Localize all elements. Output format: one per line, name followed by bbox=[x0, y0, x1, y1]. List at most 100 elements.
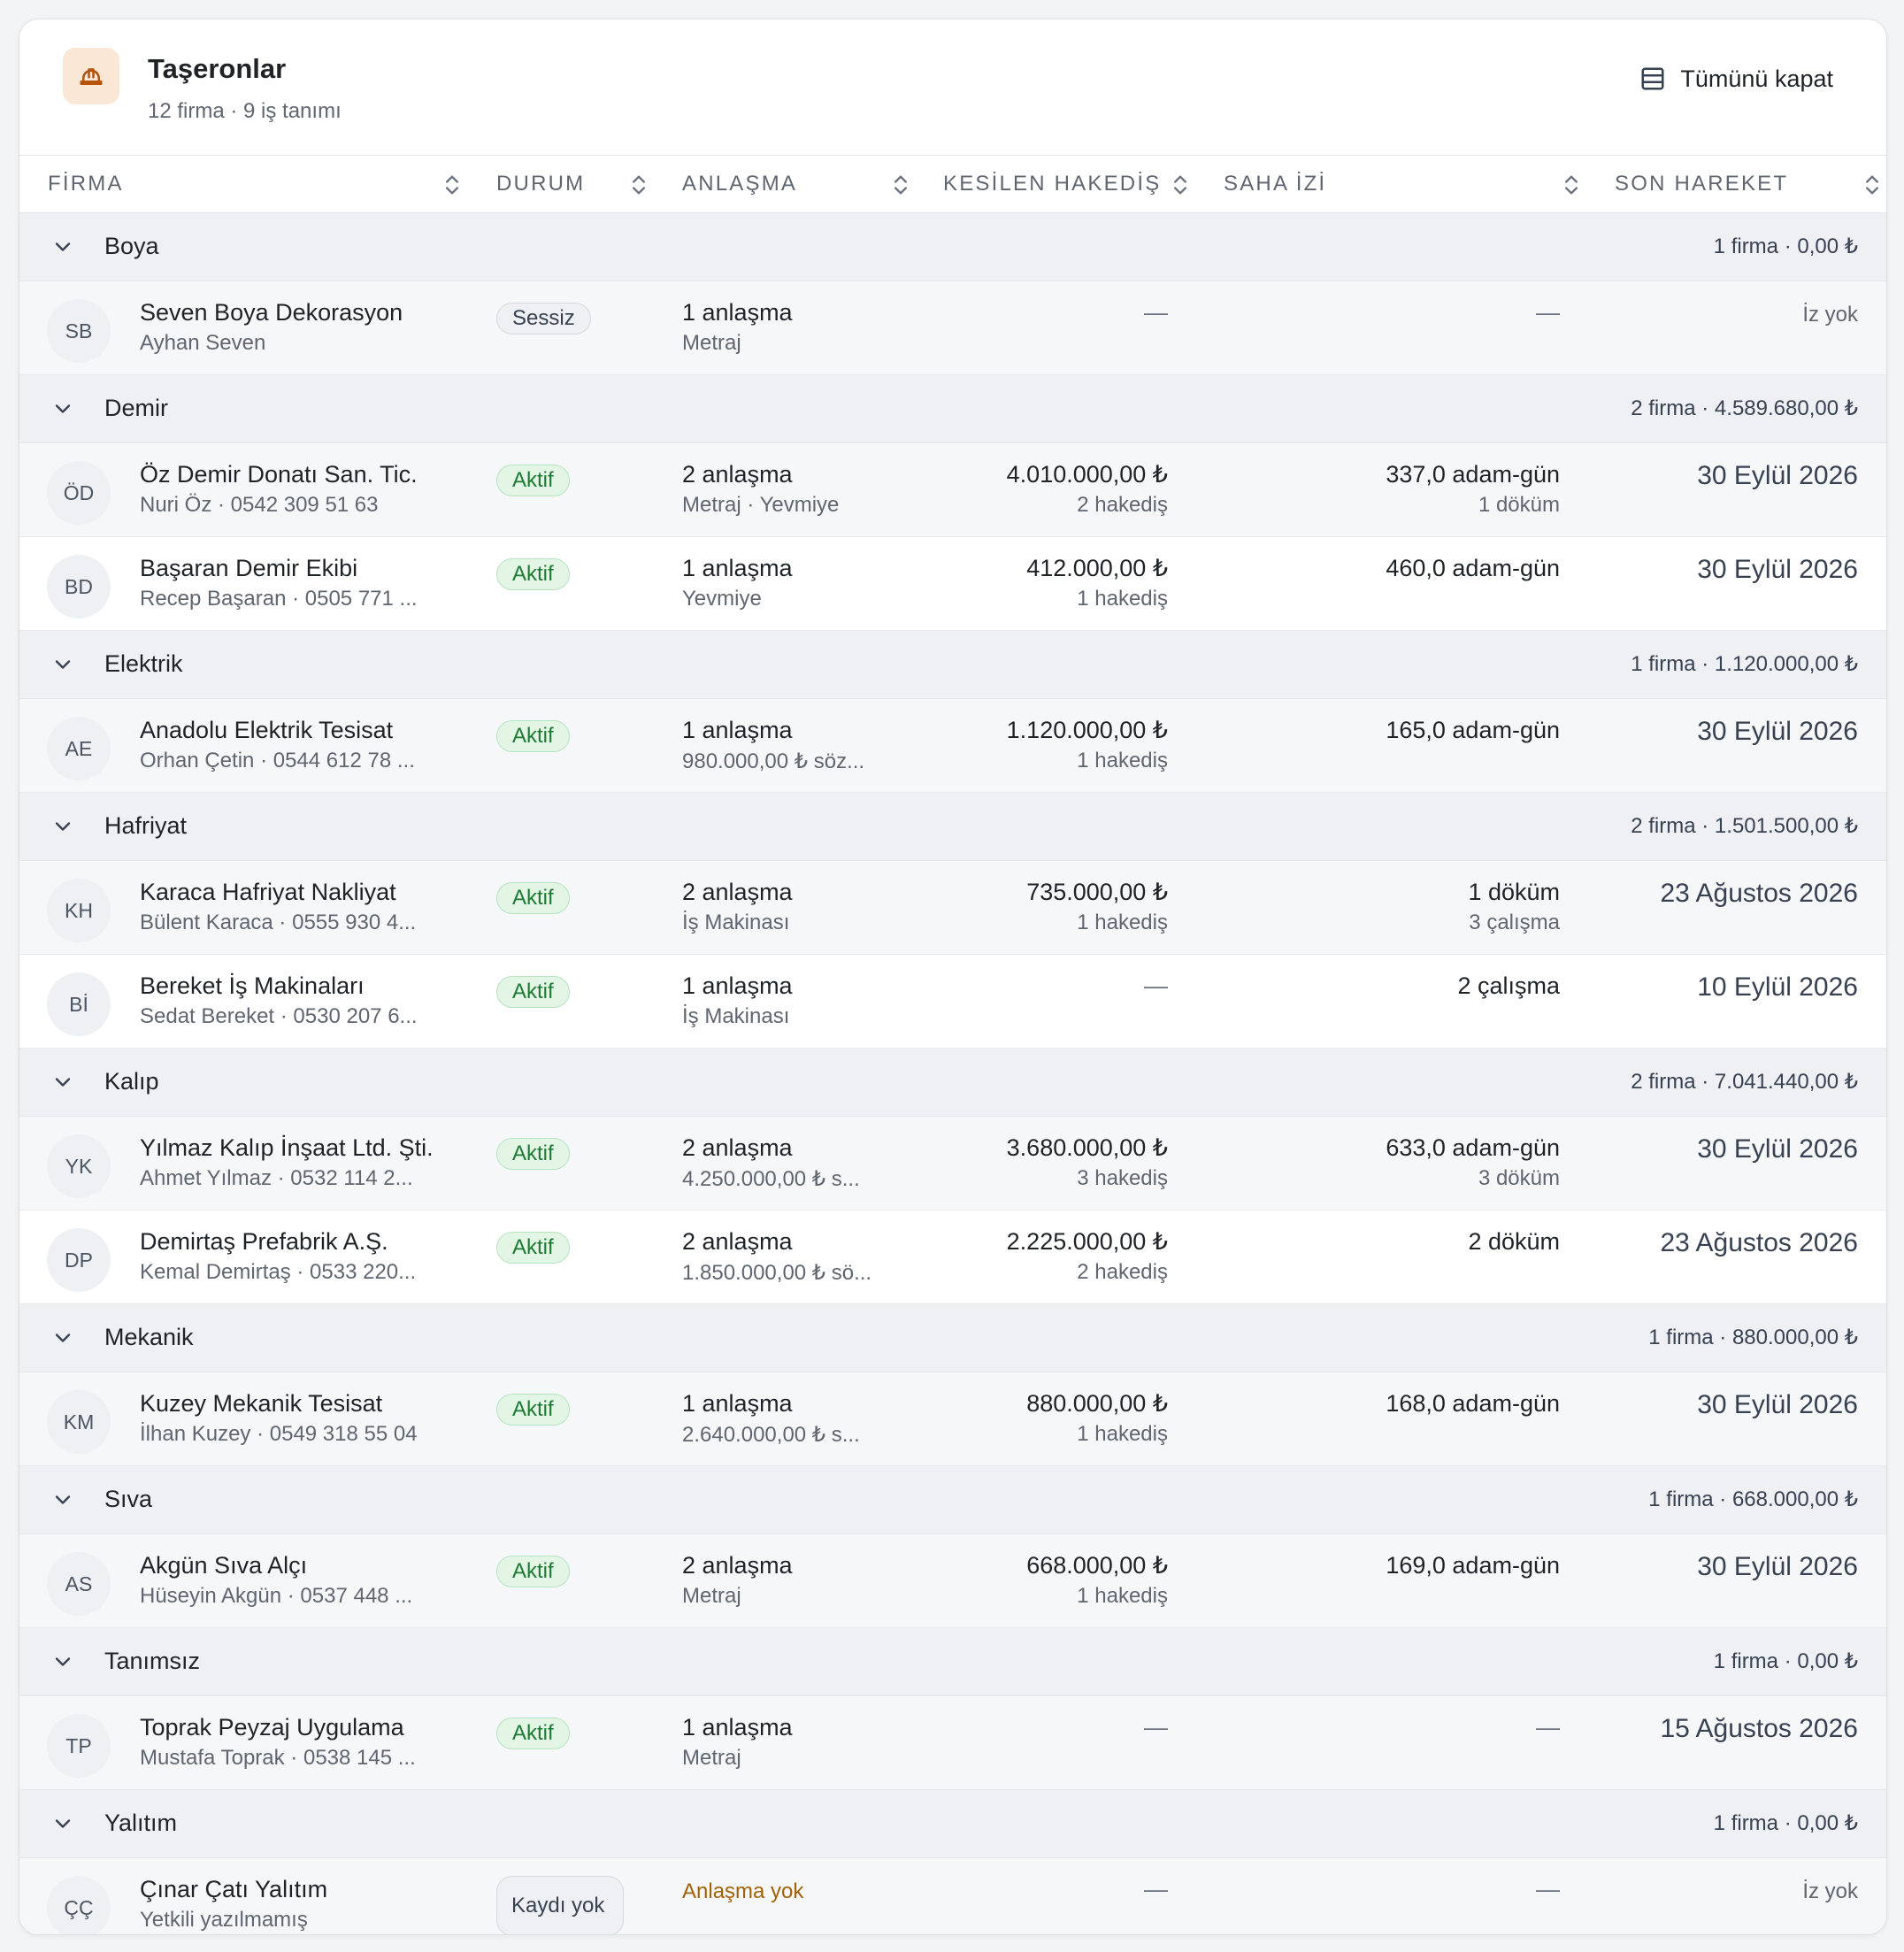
deals-none: Anlaşma yok bbox=[682, 1879, 804, 1903]
table-row[interactable]: SB Seven Boya Dekorasyon Ayhan Seven Sessiz… bbox=[19, 281, 1886, 375]
sort-anlasma-icon[interactable] bbox=[888, 172, 913, 198]
firm-name[interactable]: Akgün Sıva Alçı bbox=[140, 1552, 307, 1579]
invoice-count: 1 hakediş bbox=[1077, 587, 1168, 611]
group-summary: 2 firma · 7.041.440,00 ₺ bbox=[1631, 1070, 1858, 1094]
firm-contact: İlhan Kuzey · 0549 318 55 04 bbox=[140, 1422, 418, 1446]
site-trace: — bbox=[1536, 1876, 1560, 1902]
firm-name[interactable]: Demirtaş Prefabrik A.Ş. bbox=[140, 1228, 388, 1256]
table-row[interactable]: KH Karaca Hafriyat Nakliyat Bülent Karaca … bbox=[19, 861, 1886, 955]
table-row[interactable]: AE Anadolu Elektrik Tesisat Orhan Çetin · … bbox=[19, 699, 1886, 793]
chevron-down-icon[interactable] bbox=[50, 396, 75, 421]
group-header[interactable]: Tanımsız 1 firma · 0,00 ₺ bbox=[19, 1628, 1886, 1696]
firm-name[interactable]: Anadolu Elektrik Tesisat bbox=[140, 717, 393, 744]
chevron-down-icon[interactable] bbox=[50, 234, 75, 259]
col-header-firma[interactable]: FİRMA bbox=[48, 156, 124, 212]
last-activity: İz yok bbox=[1802, 1879, 1858, 1903]
deal-type: İş Makinası bbox=[682, 911, 790, 934]
deal-count: 1 anlaşma bbox=[682, 972, 793, 999]
firm-contact: Kemal Demirtaş · 0533 220... bbox=[140, 1260, 417, 1284]
site-trace: 337,0 adam-gün bbox=[1386, 461, 1560, 488]
sort-hakedis-icon[interactable] bbox=[1168, 172, 1193, 198]
firm-name[interactable]: Yılmaz Kalıp İnşaat Ltd. Şti. bbox=[140, 1134, 434, 1162]
firm-name[interactable]: Çınar Çatı Yalıtım bbox=[140, 1876, 327, 1903]
table-row[interactable]: BD Başaran Demir Ekibi Recep Başaran · 050… bbox=[19, 537, 1886, 631]
group-header[interactable]: Mekanik 1 firma · 880.000,00 ₺ bbox=[19, 1304, 1886, 1372]
group-summary: 1 firma · 880.000,00 ₺ bbox=[1648, 1326, 1858, 1349]
avatar: ÇÇ bbox=[47, 1876, 111, 1934]
group-summary: 1 firma · 0,00 ₺ bbox=[1713, 234, 1858, 258]
group-header[interactable]: Hafriyat 2 firma · 1.501.500,00 ₺ bbox=[19, 793, 1886, 861]
last-activity: 30 Eylül 2026 bbox=[1697, 717, 1858, 746]
sort-son-hareket-icon[interactable] bbox=[1860, 172, 1885, 198]
site-trace: 168,0 adam-gün bbox=[1386, 1390, 1560, 1417]
collapse-all-button[interactable]: Tümünü kapat bbox=[1639, 59, 1833, 98]
firm-name[interactable]: Öz Demir Donatı San. Tic. bbox=[140, 461, 418, 488]
sort-durum-icon[interactable] bbox=[626, 172, 651, 198]
invoiced-amount: 1.120.000,00 ₺ bbox=[1006, 717, 1168, 743]
chevron-down-icon[interactable] bbox=[50, 1811, 75, 1836]
page-subtitle: 12 firma · 9 iş tanımı bbox=[148, 99, 342, 123]
table-row[interactable]: KM Kuzey Mekanik Tesisat İlhan Kuzey · 054… bbox=[19, 1372, 1886, 1466]
deal-type: Metraj bbox=[682, 1584, 741, 1608]
invoice-count: 1 hakediş bbox=[1077, 911, 1168, 934]
group-header[interactable]: Elektrik 1 firma · 1.120.000,00 ₺ bbox=[19, 631, 1886, 699]
col-header-saha-izi[interactable]: SAHA İZİ bbox=[1224, 156, 1326, 212]
sort-saha-izi-icon[interactable] bbox=[1559, 172, 1584, 198]
group-name: Kalıp bbox=[104, 1068, 159, 1095]
table-row[interactable]: DP Demirtaş Prefabrik A.Ş. Kemal Demirtaş … bbox=[19, 1210, 1886, 1304]
chevron-down-icon[interactable] bbox=[50, 1326, 75, 1350]
status-badge: Aktif bbox=[496, 720, 570, 752]
hard-hat-icon bbox=[63, 48, 119, 104]
group-header[interactable]: Yalıtım 1 firma · 0,00 ₺ bbox=[19, 1790, 1886, 1858]
chevron-down-icon[interactable] bbox=[50, 1070, 75, 1095]
firm-name[interactable]: Karaca Hafriyat Nakliyat bbox=[140, 879, 396, 906]
deal-count: 2 anlaşma bbox=[682, 1228, 793, 1255]
col-header-kesilen-hakedis[interactable]: KESİLEN HAKEDİŞ bbox=[943, 156, 1161, 212]
status-badge: Aktif bbox=[496, 1556, 570, 1587]
chevron-down-icon[interactable] bbox=[50, 1649, 75, 1674]
table-header: FİRMA DURUM ANLAŞMA KESİLEN HAKEDİŞ SAHA… bbox=[19, 156, 1886, 213]
table-body: Boya 1 firma · 0,00 ₺ SB Seven Boya Dekoras… bbox=[19, 213, 1886, 1934]
firm-name[interactable]: Toprak Peyzaj Uygulama bbox=[140, 1714, 404, 1741]
table-row[interactable]: AS Akgün Sıva Alçı Hüseyin Akgün · 0537 44… bbox=[19, 1534, 1886, 1628]
group-header[interactable]: Sıva 1 firma · 668.000,00 ₺ bbox=[19, 1466, 1886, 1534]
last-activity: 30 Eylül 2026 bbox=[1697, 461, 1858, 490]
status-badge: Sessiz bbox=[496, 303, 591, 334]
last-activity: 23 Ağustos 2026 bbox=[1660, 879, 1858, 908]
chevron-down-icon[interactable] bbox=[50, 1487, 75, 1512]
table-row[interactable]: TP Toprak Peyzaj Uygulama Mustafa Toprak ·… bbox=[19, 1696, 1886, 1790]
sort-firma-icon[interactable] bbox=[440, 172, 464, 198]
deal-count: 1 anlaşma bbox=[682, 1390, 793, 1417]
firm-name[interactable]: Başaran Demir Ekibi bbox=[140, 555, 357, 582]
site-trace-detail: 3 çalışma bbox=[1469, 911, 1560, 934]
firm-contact: Ayhan Seven bbox=[140, 331, 266, 355]
deal-count: 2 anlaşma bbox=[682, 879, 793, 905]
page-title: Taşeronlar bbox=[148, 53, 287, 84]
table-row[interactable]: Bİ Bereket İş Makinaları Sedat Bereket · 0… bbox=[19, 955, 1886, 1049]
col-header-durum[interactable]: DURUM bbox=[496, 156, 585, 212]
firm-contact: Ahmet Yılmaz · 0532 114 2... bbox=[140, 1166, 413, 1190]
col-header-anlasma[interactable]: ANLAŞMA bbox=[682, 156, 797, 212]
invoice-count: 1 hakediş bbox=[1077, 1584, 1168, 1608]
avatar: AS bbox=[47, 1552, 111, 1616]
chevron-down-icon[interactable] bbox=[50, 814, 75, 839]
avatar: AE bbox=[47, 717, 111, 780]
group-header[interactable]: Boya 1 firma · 0,00 ₺ bbox=[19, 213, 1886, 281]
firm-name[interactable]: Bereket İş Makinaları bbox=[140, 972, 365, 1000]
firm-contact: Recep Başaran · 0505 771 ... bbox=[140, 587, 418, 611]
chevron-down-icon[interactable] bbox=[50, 652, 75, 677]
firm-name[interactable]: Seven Boya Dekorasyon bbox=[140, 299, 403, 327]
avatar: YK bbox=[47, 1134, 111, 1198]
group-header[interactable]: Kalıp 2 firma · 7.041.440,00 ₺ bbox=[19, 1049, 1886, 1117]
last-activity: 30 Eylül 2026 bbox=[1697, 555, 1858, 584]
firm-name[interactable]: Kuzey Mekanik Tesisat bbox=[140, 1390, 382, 1418]
group-summary: 2 firma · 1.501.500,00 ₺ bbox=[1631, 814, 1858, 838]
table-row[interactable]: ÖD Öz Demir Donatı San. Tic. Nuri Öz · 054… bbox=[19, 443, 1886, 537]
group-header[interactable]: Demir 2 firma · 4.589.680,00 ₺ bbox=[19, 375, 1886, 443]
last-activity: 30 Eylül 2026 bbox=[1697, 1390, 1858, 1419]
col-header-son-hareket[interactable]: SON HAREKET bbox=[1615, 156, 1788, 212]
status-badge: Aktif bbox=[496, 882, 570, 914]
site-trace: 169,0 adam-gün bbox=[1386, 1552, 1560, 1579]
table-row[interactable]: YK Yılmaz Kalıp İnşaat Ltd. Şti. Ahmet Yıl… bbox=[19, 1117, 1886, 1210]
table-row[interactable]: ÇÇ Çınar Çatı Yalıtım Yetkili yazılmamış Ka… bbox=[19, 1858, 1886, 1934]
